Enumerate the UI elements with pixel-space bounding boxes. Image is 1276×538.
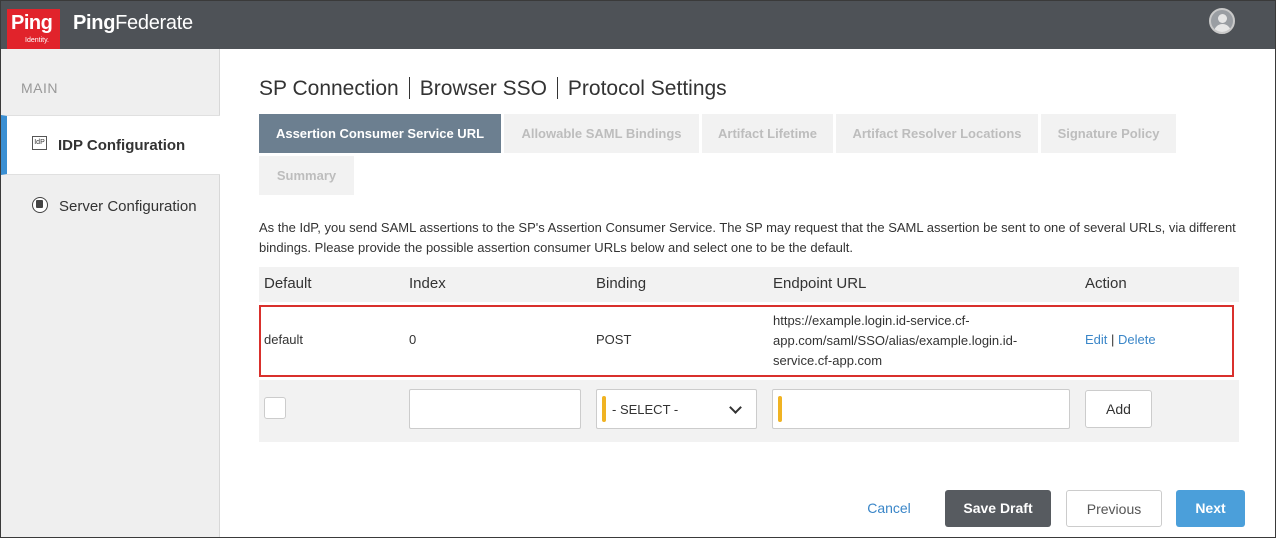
add-button[interactable]: Add: [1085, 390, 1152, 428]
logo-subtext: Identity.: [25, 37, 49, 44]
binding-select-value: - SELECT -: [612, 402, 679, 417]
new-entry-row: - SELECT - Add: [259, 380, 1239, 442]
avatar-head: [1218, 14, 1227, 23]
sidebar-item-server-configuration[interactable]: Server Configuration: [1, 177, 220, 237]
endpoint-url-input[interactable]: [772, 389, 1070, 429]
action-separator: |: [1111, 332, 1115, 347]
sidebar-heading: MAIN: [21, 80, 58, 96]
idp-icon: IdP: [32, 136, 47, 150]
breadcrumb-browser-sso[interactable]: Browser SSO: [420, 77, 547, 100]
column-header-index: Index: [409, 275, 446, 292]
tab-artifact-resolver-locations[interactable]: Artifact Resolver Locations: [836, 114, 1038, 153]
cell-binding: POST: [596, 332, 632, 347]
previous-button[interactable]: Previous: [1066, 490, 1162, 527]
avatar-body: [1214, 24, 1231, 32]
product-suffix: Federate: [115, 12, 193, 34]
sidebar-item-label: IDP Configuration: [58, 137, 186, 154]
tab-artifact-lifetime[interactable]: Artifact Lifetime: [702, 114, 833, 153]
sidebar-item-label: Server Configuration: [59, 198, 197, 215]
user-avatar-icon[interactable]: [1209, 8, 1235, 34]
table-row: default 0 POST https://example.login.id-…: [259, 305, 1234, 377]
column-header-default: Default: [264, 275, 312, 292]
cell-default: default: [264, 332, 304, 347]
tab-signature-policy[interactable]: Signature Policy: [1041, 114, 1176, 153]
breadcrumb-divider: [556, 77, 558, 99]
breadcrumb-divider: [408, 77, 410, 99]
top-bar: Ping Identity. PingFederate: [1, 1, 1275, 49]
column-header-action: Action: [1085, 275, 1127, 292]
required-marker: [602, 396, 606, 422]
tab-summary[interactable]: Summary: [259, 156, 354, 195]
save-draft-button[interactable]: Save Draft: [945, 490, 1051, 527]
logo-word: Ping: [11, 12, 53, 34]
cancel-button[interactable]: Cancel: [859, 490, 919, 527]
breadcrumb-sp-connection[interactable]: SP Connection: [259, 77, 399, 100]
binding-select[interactable]: - SELECT -: [596, 389, 757, 429]
default-checkbox[interactable]: [264, 397, 286, 419]
index-input[interactable]: [409, 389, 581, 429]
column-header-binding: Binding: [596, 275, 647, 292]
cell-index: 0: [409, 332, 417, 347]
tab-allowable-saml-bindings[interactable]: Allowable SAML Bindings: [504, 114, 699, 153]
delete-link[interactable]: Delete: [1118, 332, 1156, 347]
instructions-text: As the IdP, you send SAML assertions to …: [259, 220, 1236, 255]
server-icon: [32, 197, 48, 213]
product-name: PingFederate: [73, 12, 193, 35]
breadcrumb: SP Connection Browser SSO Protocol Setting…: [259, 77, 727, 101]
ping-identity-logo: Ping Identity.: [7, 9, 60, 49]
table-header: Default Index Binding Endpoint URL Actio…: [259, 267, 1239, 302]
edit-link[interactable]: Edit: [1085, 332, 1107, 347]
product-prefix: Ping: [73, 12, 116, 34]
endpoint-line: service.cf-app.com: [773, 353, 883, 368]
tab-assertion-consumer-service-url[interactable]: Assertion Consumer Service URL: [259, 114, 501, 153]
cell-endpoint-url: https://example.login.id-service.cf- app…: [773, 311, 1017, 371]
cell-action: Edit | Delete: [1085, 332, 1156, 347]
column-header-endpoint-url: Endpoint URL: [773, 275, 867, 292]
breadcrumb-protocol-settings: Protocol Settings: [567, 77, 727, 100]
required-marker: [778, 396, 782, 422]
sidebar: MAIN IdP IDP Configuration Server Config…: [1, 49, 232, 537]
endpoint-line: https://example.login.id-service.cf-: [773, 313, 970, 328]
app-window: Ping Identity. PingFederate MAIN IdP IDP…: [0, 0, 1276, 538]
sidebar-item-idp-configuration[interactable]: IdP IDP Configuration: [1, 115, 232, 175]
chevron-down-icon: [729, 401, 742, 414]
next-button[interactable]: Next: [1176, 490, 1245, 527]
endpoint-line: app.com/saml/SSO/alias/example.login.id-: [773, 333, 1018, 348]
